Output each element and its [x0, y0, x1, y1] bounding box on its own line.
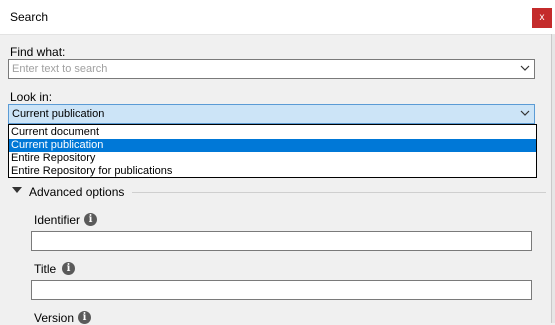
close-icon: x — [539, 12, 545, 23]
section-divider — [132, 192, 546, 193]
advanced-options-toggle[interactable]: Advanced options — [10, 183, 546, 199]
look-in-dropdown-list: Current document Current publication Ent… — [8, 124, 537, 178]
dialog-title: Search — [10, 10, 49, 24]
find-what-combobox[interactable]: Enter text to search — [8, 59, 535, 79]
option-current-publication[interactable]: Current publication — [9, 139, 536, 152]
look-in-selected-value[interactable]: Current publication — [12, 108, 104, 120]
chevron-down-icon[interactable] — [520, 63, 530, 73]
expand-arrow-icon[interactable] — [12, 187, 22, 193]
look-in-combobox[interactable]: Current publication — [8, 104, 535, 124]
advanced-options-label[interactable]: Advanced options — [29, 185, 124, 199]
identifier-label: Identifier — [34, 213, 81, 227]
search-dialog: Search x Find what: Enter text to search… — [0, 0, 555, 325]
title-input[interactable] — [31, 280, 532, 300]
look-in-label: Look in: — [10, 90, 53, 104]
chevron-down-icon[interactable] — [520, 108, 530, 118]
option-current-document[interactable]: Current document — [9, 126, 536, 139]
identifier-input[interactable] — [31, 231, 532, 251]
title-bar[interactable]: Search x — [0, 0, 555, 35]
title-label: Title — [34, 262, 57, 276]
find-what-placeholder[interactable]: Enter text to search — [12, 63, 107, 75]
info-icon[interactable]: i — [84, 213, 97, 226]
option-entire-repository-publications[interactable]: Entire Repository for publications — [9, 165, 536, 178]
option-entire-repository[interactable]: Entire Repository — [9, 152, 536, 165]
info-icon[interactable]: i — [78, 311, 91, 324]
window-edge — [551, 34, 555, 323]
close-button[interactable]: x — [532, 8, 552, 28]
find-what-label: Find what: — [10, 45, 66, 59]
info-icon[interactable]: i — [62, 262, 75, 275]
